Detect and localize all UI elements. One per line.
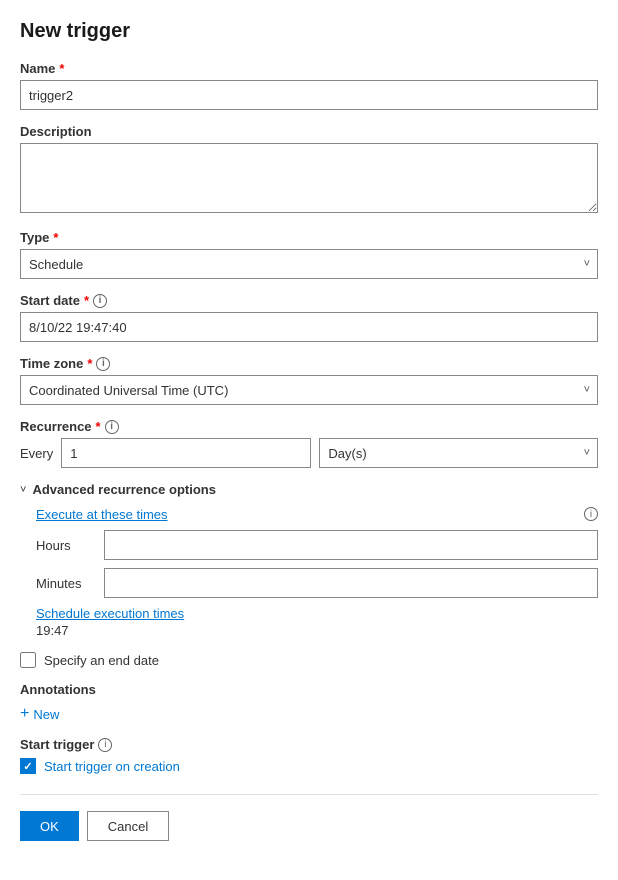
minutes-label: Minutes	[36, 576, 96, 591]
start-trigger-label-row: Start trigger i	[20, 737, 598, 752]
type-select[interactable]: Schedule Tumbling Window Event	[20, 249, 598, 279]
recurrence-period-wrapper: Day(s) Week(s) Month(s) Hour(s) Minute(s…	[319, 438, 598, 468]
type-select-wrapper: Schedule Tumbling Window Event ˅	[20, 249, 598, 279]
description-field-group: Description	[20, 124, 598, 216]
hours-input[interactable]	[104, 530, 598, 560]
timezone-required-star: *	[87, 356, 92, 371]
schedule-time-value: 19:47	[36, 623, 598, 638]
annotations-title: Annotations	[20, 682, 598, 697]
plus-icon: +	[20, 705, 29, 723]
start-trigger-checkbox[interactable]: ✓	[20, 758, 36, 774]
start-trigger-info-icon[interactable]: i	[98, 738, 112, 752]
hours-label: Hours	[36, 538, 96, 553]
check-mark-icon: ✓	[23, 760, 32, 773]
specify-end-row: Specify an end date	[20, 652, 598, 668]
description-textarea[interactable]	[20, 143, 598, 213]
timezone-select-wrapper: Coordinated Universal Time (UTC) ˅	[20, 375, 598, 405]
recurrence-period-select[interactable]: Day(s) Week(s) Month(s) Hour(s) Minute(s…	[319, 438, 598, 468]
specify-end-checkbox[interactable]	[20, 652, 36, 668]
execute-section: Execute at these times i Hours Minutes S…	[20, 507, 598, 638]
name-field-group: Name *	[20, 61, 598, 110]
schedule-execution-area: Schedule execution times 19:47	[36, 606, 598, 638]
timezone-field-group: Time zone * i Coordinated Universal Time…	[20, 356, 598, 405]
schedule-execution-link[interactable]: Schedule execution times	[36, 606, 184, 621]
execute-title-area: Execute at these times	[36, 507, 168, 522]
name-input[interactable]	[20, 80, 598, 110]
recurrence-row: Every Day(s) Week(s) Month(s) Hour(s) Mi…	[20, 438, 598, 468]
name-label: Name *	[20, 61, 598, 76]
type-required-star: *	[53, 230, 58, 245]
recurrence-field-group: Recurrence * i Every Day(s) Week(s) Mont…	[20, 419, 598, 468]
recurrence-number-input[interactable]	[61, 438, 311, 468]
type-field-group: Type * Schedule Tumbling Window Event ˅	[20, 230, 598, 279]
footer-buttons: OK Cancel	[20, 811, 598, 841]
minutes-input[interactable]	[104, 568, 598, 598]
start-trigger-section: Start trigger i ✓ Start trigger on creat…	[20, 737, 598, 774]
minutes-row: Minutes	[36, 568, 598, 598]
start-trigger-checkbox-label: Start trigger on creation	[44, 759, 180, 774]
execute-link[interactable]: Execute at these times	[36, 507, 168, 522]
recurrence-required-star: *	[96, 419, 101, 434]
start-date-input[interactable]	[20, 312, 598, 342]
advanced-title: Advanced recurrence options	[32, 482, 216, 497]
advanced-chevron-icon: ˅	[20, 484, 26, 496]
timezone-label: Time zone * i	[20, 356, 598, 371]
execute-info-icon[interactable]: i	[584, 507, 598, 521]
advanced-recurrence-section: ˅ Advanced recurrence options Execute at…	[20, 482, 598, 638]
name-required-star: *	[59, 61, 64, 76]
start-trigger-title: Start trigger	[20, 737, 94, 752]
recurrence-info-icon[interactable]: i	[105, 420, 119, 434]
specify-end-label: Specify an end date	[44, 653, 159, 668]
annotations-section: Annotations + New	[20, 682, 598, 723]
timezone-info-icon[interactable]: i	[96, 357, 110, 371]
start-date-field-group: Start date * i	[20, 293, 598, 342]
start-trigger-checkbox-row: ✓ Start trigger on creation	[20, 758, 598, 774]
recurrence-label: Recurrence * i	[20, 419, 598, 434]
start-date-required-star: *	[84, 293, 89, 308]
start-date-label: Start date * i	[20, 293, 598, 308]
advanced-toggle[interactable]: ˅ Advanced recurrence options	[20, 482, 598, 497]
every-label: Every	[20, 446, 53, 461]
start-date-info-icon[interactable]: i	[93, 294, 107, 308]
timezone-select[interactable]: Coordinated Universal Time (UTC)	[20, 375, 598, 405]
type-label: Type *	[20, 230, 598, 245]
new-annotation-label: New	[33, 707, 59, 722]
footer-divider	[20, 794, 598, 795]
new-annotation-button[interactable]: + New	[20, 705, 59, 723]
hours-row: Hours	[36, 530, 598, 560]
page-title: New trigger	[20, 20, 598, 43]
cancel-button[interactable]: Cancel	[87, 811, 169, 841]
ok-button[interactable]: OK	[20, 811, 79, 841]
description-label: Description	[20, 124, 598, 139]
hours-minutes-section: Hours Minutes	[36, 530, 598, 598]
execute-row: Execute at these times i	[36, 507, 598, 522]
